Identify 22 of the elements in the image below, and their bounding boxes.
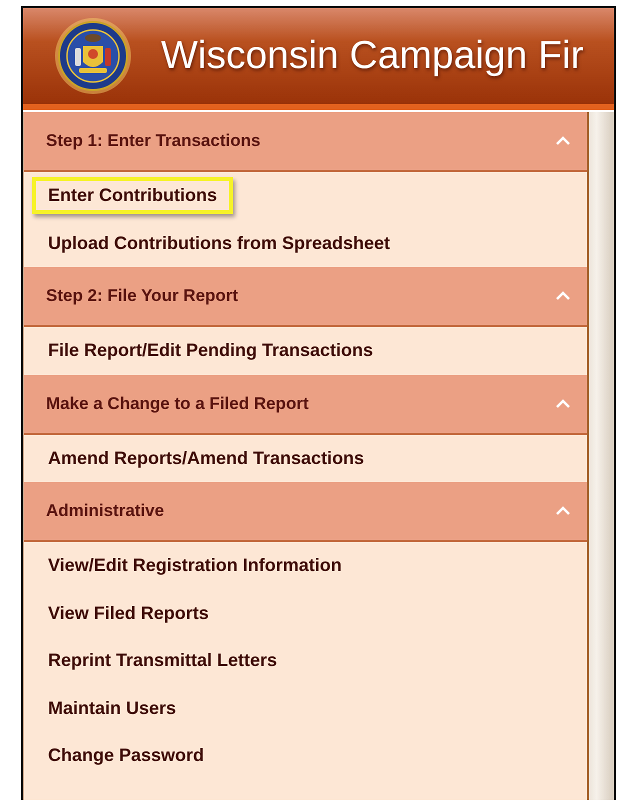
menu-link[interactable]: Enter Contributions [32, 177, 233, 214]
menu-link[interactable]: View Filed Reports [32, 594, 225, 632]
menu-link[interactable]: Maintain Users [32, 690, 192, 727]
section-header[interactable]: Step 1: Enter Transactions [24, 112, 587, 172]
chevron-up-icon [555, 291, 571, 301]
section-title: Make a Change to a Filed Report [46, 394, 309, 414]
menu-link[interactable]: File Report/Edit Pending Transactions [32, 332, 390, 370]
chevron-up-icon [555, 136, 571, 146]
section-header[interactable]: Step 2: File Your Report [24, 267, 587, 327]
menu-link[interactable]: Upload Contributions from Spreadsheet [32, 224, 406, 262]
chevron-up-icon [555, 398, 571, 408]
menu-link[interactable]: Reprint Transmittal Letters [32, 642, 294, 680]
section-title: Administrative [46, 501, 164, 521]
chevron-up-icon [555, 506, 571, 516]
menu-link[interactable]: Amend Reports/Amend Transactions [32, 440, 380, 477]
site-title: Wisconsin Campaign Fir [161, 34, 584, 78]
section-header[interactable]: Administrative [24, 482, 587, 542]
section-title: Step 1: Enter Transactions [46, 131, 260, 151]
section-title: Step 2: File Your Report [46, 286, 238, 306]
menu-link[interactable]: Change Password [32, 737, 220, 774]
menu-link[interactable]: View/Edit Registration Information [32, 547, 358, 584]
section-header[interactable]: Make a Change to a Filed Report [24, 374, 587, 434]
